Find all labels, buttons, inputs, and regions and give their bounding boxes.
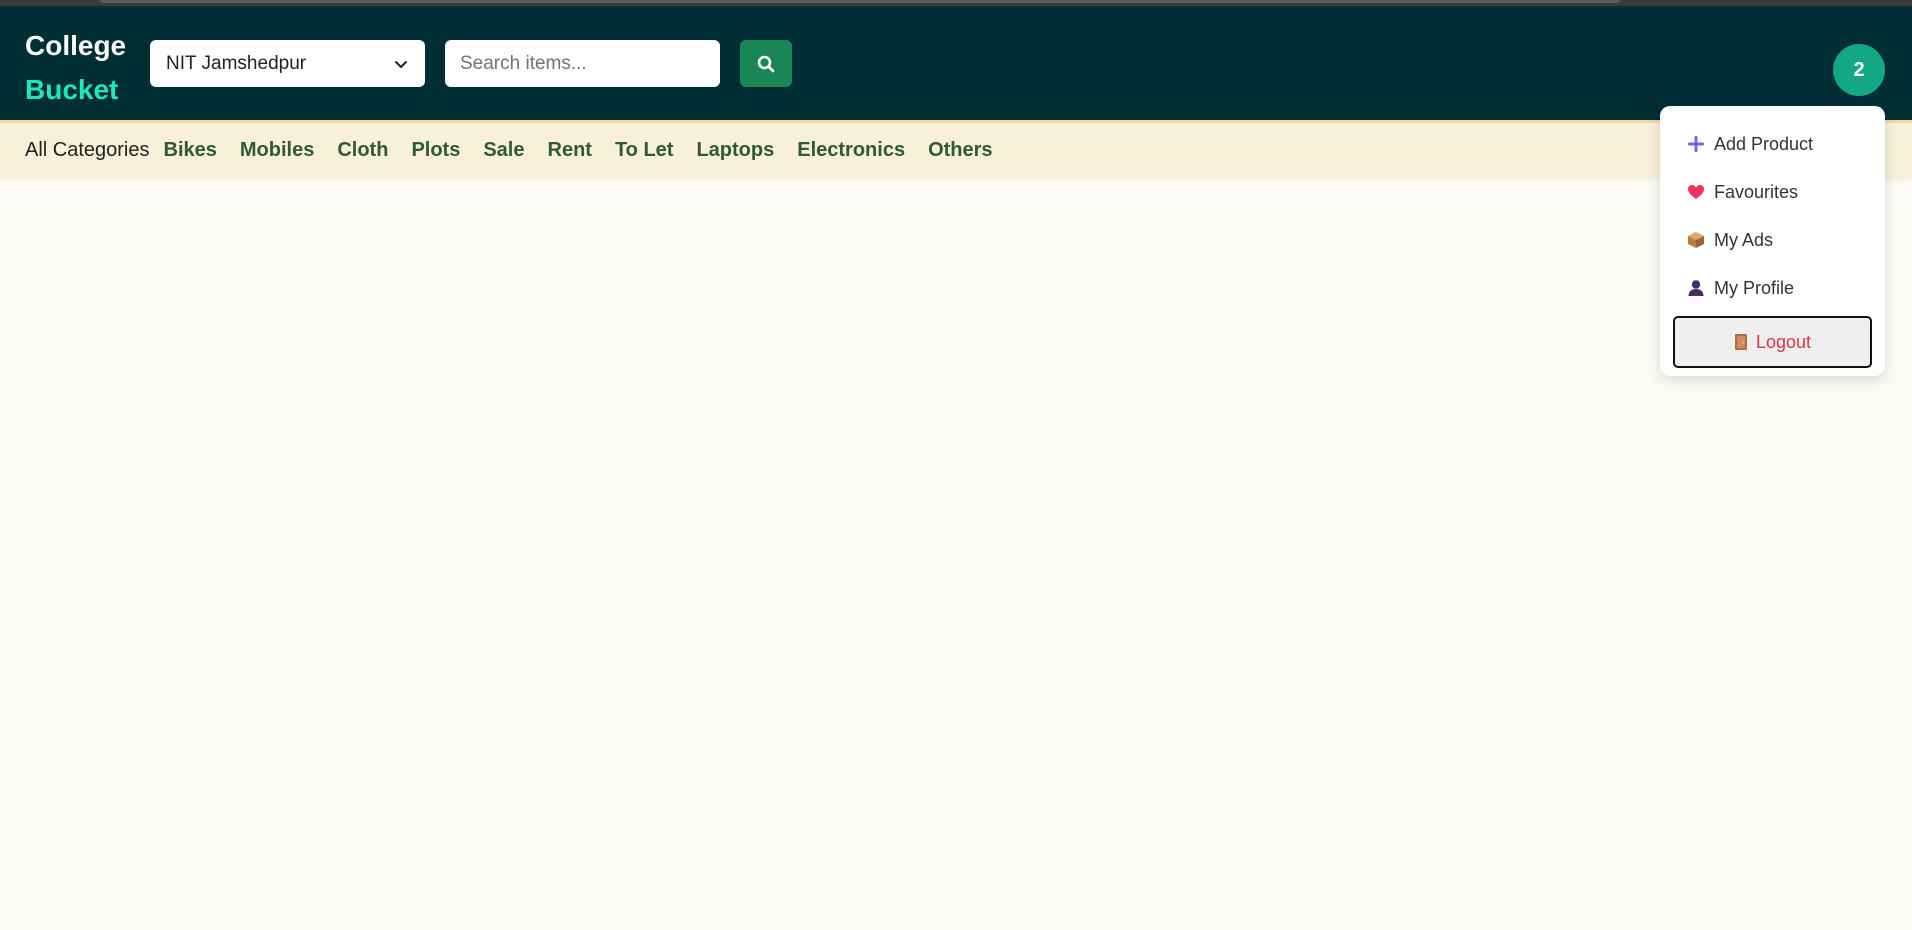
category-link-laptops[interactable]: Laptops xyxy=(696,139,774,162)
logout-button[interactable]: Logout xyxy=(1673,316,1872,368)
door-icon xyxy=(1734,333,1748,351)
menu-item-my-profile[interactable]: My Profile xyxy=(1660,264,1885,312)
brand-logo[interactable]: College Bucket xyxy=(25,24,126,112)
menu-item-my-ads[interactable]: My Ads xyxy=(1660,216,1885,264)
avatar-initial: 2 xyxy=(1853,58,1865,81)
user-avatar-button[interactable]: 2 xyxy=(1833,44,1885,96)
category-bar: All Categories Bikes Mobiles Cloth Plots… xyxy=(0,120,1912,178)
logout-label: Logout xyxy=(1755,331,1812,352)
category-link-bikes[interactable]: Bikes xyxy=(164,139,217,162)
chevron-down-icon xyxy=(395,60,407,68)
category-link-to-let[interactable]: To Let xyxy=(615,139,674,162)
menu-item-label: My Profile xyxy=(1714,277,1795,298)
plus-icon xyxy=(1687,135,1705,153)
category-link-rent[interactable]: Rent xyxy=(548,139,592,162)
category-link-plots[interactable]: Plots xyxy=(411,139,460,162)
menu-item-favourites[interactable]: Favourites xyxy=(1660,168,1885,216)
search-input[interactable] xyxy=(445,40,720,87)
search-button[interactable] xyxy=(740,40,792,87)
brand-line-1: College xyxy=(25,30,127,61)
main-content-area xyxy=(0,178,1912,930)
location-select[interactable]: NIT Jamshedpur xyxy=(150,40,425,87)
person-icon xyxy=(1687,279,1705,297)
category-link-others[interactable]: Others xyxy=(928,139,992,162)
category-link-mobiles[interactable]: Mobiles xyxy=(240,139,314,162)
category-link-cloth[interactable]: Cloth xyxy=(337,139,388,162)
menu-item-label: My Ads xyxy=(1714,229,1774,250)
brand-line-2: Bucket xyxy=(25,74,119,105)
menu-item-label: Favourites xyxy=(1714,181,1799,202)
package-icon xyxy=(1687,231,1705,249)
category-link-sale[interactable]: Sale xyxy=(483,139,524,162)
category-link-electronics[interactable]: Electronics xyxy=(797,139,905,162)
all-categories-link[interactable]: All Categories xyxy=(25,139,150,162)
menu-item-label: Add Product xyxy=(1714,133,1814,154)
browser-tab-edge xyxy=(100,0,1620,3)
location-selected-value: NIT Jamshedpur xyxy=(166,52,307,74)
user-dropdown-menu: Add Product Favourites My Ads My Profile xyxy=(1660,106,1885,376)
search-icon xyxy=(757,55,775,72)
menu-item-add-product[interactable]: Add Product xyxy=(1660,120,1885,168)
navbar: College Bucket NIT Jamshedpur 2 xyxy=(0,6,1912,120)
heart-icon xyxy=(1687,183,1705,201)
